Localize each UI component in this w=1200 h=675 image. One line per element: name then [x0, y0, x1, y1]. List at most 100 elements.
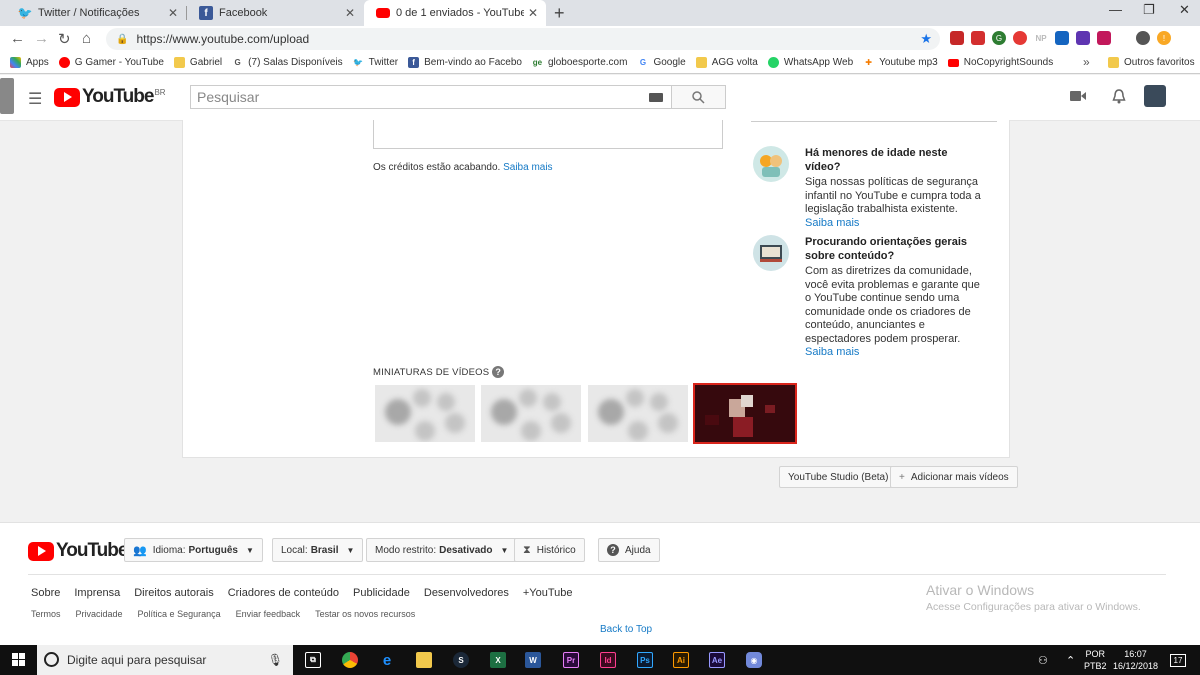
reload-icon[interactable]: ↻	[58, 30, 71, 48]
premiere-icon[interactable]: Pr	[563, 652, 579, 668]
youtube-logo[interactable]: YouTube BR	[54, 86, 166, 108]
system-clock[interactable]: 16:07 16/12/2018	[1113, 648, 1158, 672]
bookmark-item[interactable]: ge globoesporte.com	[531, 57, 627, 68]
location-picker[interactable]: Local: Brasil ▼	[272, 538, 364, 562]
footer-link-about[interactable]: Sobre	[31, 587, 60, 599]
footer-link-privacy[interactable]: Privacidade	[76, 609, 123, 619]
tag-icon[interactable]	[1097, 31, 1111, 45]
footer-link-creators[interactable]: Criadores de conteúdo	[228, 587, 339, 599]
bookmark-item[interactable]: WhatsApp Web	[767, 57, 853, 68]
footer-youtube-logo[interactable]: YouTube	[28, 540, 128, 562]
search-button[interactable]	[671, 85, 726, 109]
thumbnail-option[interactable]	[375, 385, 475, 442]
back-arrow-icon[interactable]: ←	[10, 30, 25, 47]
chevron-up-icon[interactable]: ⌃	[1066, 645, 1075, 675]
steam-icon[interactable]: S	[453, 652, 469, 668]
close-icon[interactable]: ✕	[345, 6, 355, 20]
footer-link-plus-youtube[interactable]: +YouTube	[523, 587, 573, 599]
address-bar[interactable]: 🔒 https://www.youtube.com/upload ★	[106, 28, 940, 50]
footer-link-developers[interactable]: Desenvolvedores	[424, 587, 509, 599]
bookmark-item[interactable]: Gabriel	[173, 57, 222, 68]
thumbnail-option[interactable]	[588, 385, 688, 442]
footer-link-copyright[interactable]: Direitos autorais	[134, 587, 213, 599]
extension-icon[interactable]	[1076, 31, 1090, 45]
star-icon[interactable]: ★	[920, 31, 932, 47]
minimize-button[interactable]: —	[1109, 2, 1122, 17]
add-more-videos-button[interactable]: + Adicionar mais vídeos	[890, 466, 1018, 488]
footer-link-advertise[interactable]: Publicidade	[353, 587, 410, 599]
microphone-icon[interactable]: 🎙	[268, 653, 283, 667]
tip-learn-more-link[interactable]: Saiba mais	[805, 217, 859, 229]
youtube-studio-button[interactable]: YouTube Studio (Beta)	[779, 466, 898, 488]
bookmark-item[interactable]: G Google	[637, 57, 686, 68]
np-icon[interactable]: NP	[1034, 31, 1048, 45]
thumbnail-option-selected[interactable]	[693, 383, 797, 444]
footer-link-press[interactable]: Imprensa	[74, 587, 120, 599]
photoshop-icon[interactable]: Ps	[637, 652, 653, 668]
bookmark-item[interactable]: AGG volta	[695, 57, 758, 68]
description-textarea[interactable]	[373, 120, 723, 149]
restricted-mode-picker[interactable]: Modo restrito: Desativado ▼	[366, 538, 518, 562]
tip-learn-more-link[interactable]: Saiba mais	[805, 346, 859, 358]
grammarly-icon[interactable]: G	[992, 31, 1006, 45]
close-window-button[interactable]: ✕	[1179, 2, 1190, 18]
input-language[interactable]: POR PTB2	[1084, 645, 1107, 675]
excel-icon[interactable]: X	[490, 652, 506, 668]
people-icon[interactable]: ⚇	[1038, 645, 1048, 675]
restore-button[interactable]: ❐	[1143, 2, 1155, 18]
keyboard-icon[interactable]	[649, 93, 663, 102]
new-tab-button[interactable]: +	[554, 3, 565, 24]
bookmark-item[interactable]: G Gamer - YouTube	[58, 57, 164, 68]
extension-icon[interactable]	[971, 31, 985, 45]
task-view-icon[interactable]: ⧉	[305, 652, 321, 668]
edge-icon[interactable]: e	[379, 652, 395, 669]
tab-twitter[interactable]: 🐦 Twitter / Notificações ✕	[6, 0, 186, 26]
home-icon[interactable]: ⌂	[82, 30, 91, 47]
bell-icon[interactable]	[1112, 89, 1126, 109]
footer-link-test-features[interactable]: Testar os novos recursos	[315, 609, 415, 619]
avatar[interactable]	[1144, 85, 1166, 107]
profile-avatar[interactable]	[1136, 31, 1150, 45]
indesign-icon[interactable]: Id	[600, 652, 616, 668]
taskbar-search-input[interactable]: Digite aqui para pesquisar 🎙	[37, 645, 293, 675]
windows-start-icon[interactable]	[12, 653, 25, 666]
back-to-top-link[interactable]: Back to Top	[600, 624, 652, 635]
illustrator-icon[interactable]: Ai	[673, 652, 689, 668]
update-alert-icon[interactable]: !	[1157, 31, 1171, 45]
footer-link-policy-safety[interactable]: Política e Segurança	[138, 609, 221, 619]
file-explorer-icon[interactable]	[416, 652, 432, 668]
bookmark-item[interactable]: 🐦 Twitter	[352, 57, 398, 68]
after-effects-icon[interactable]: Ae	[709, 652, 725, 668]
tab-facebook[interactable]: f Facebook ✕	[187, 0, 363, 26]
footer-link-feedback[interactable]: Enviar feedback	[236, 609, 301, 619]
chevron-double-right-icon[interactable]: »	[1083, 55, 1090, 69]
video-camera-icon[interactable]	[1070, 89, 1086, 107]
thumbnail-option[interactable]	[481, 385, 581, 442]
tab-youtube-upload[interactable]: 0 de 1 enviados - YouTube ✕	[364, 0, 546, 26]
scroll-handle[interactable]	[0, 78, 14, 114]
other-bookmarks[interactable]: Outros favoritos	[1108, 57, 1195, 68]
footer-link-terms[interactable]: Termos	[31, 609, 61, 619]
history-button[interactable]: ⧗ Histórico	[514, 538, 585, 562]
word-icon[interactable]: W	[525, 652, 541, 668]
help-button[interactable]: ? Ajuda	[598, 538, 660, 562]
extension-icon[interactable]	[1055, 31, 1069, 45]
bookmark-item[interactable]: ✚ Youtube mp3	[863, 57, 938, 68]
bookmark-item[interactable]: NoCopyrightSounds	[947, 57, 1053, 68]
close-icon[interactable]: ✕	[168, 6, 178, 20]
bookmark-item[interactable]: G (7) Salas Disponíveis	[232, 57, 343, 68]
notifications-button[interactable]: 17	[1170, 645, 1186, 675]
bookmark-item[interactable]: f Bem-vindo ao Facebo	[408, 57, 522, 68]
chrome-icon[interactable]	[342, 652, 358, 668]
language-picker[interactable]: 👥 Idioma: Português ▼	[124, 538, 263, 562]
help-icon[interactable]: ?	[492, 366, 505, 378]
discord-icon[interactable]: ◉	[746, 652, 762, 668]
credits-learn-more-link[interactable]: Saiba mais	[503, 162, 552, 173]
search-input[interactable]: Pesquisar	[190, 85, 672, 109]
bookmark-apps[interactable]: Apps	[10, 57, 49, 68]
close-icon[interactable]: ✕	[528, 6, 538, 20]
extension-icon[interactable]	[950, 31, 964, 45]
extension-icon[interactable]	[1013, 31, 1027, 45]
hamburger-menu-icon[interactable]: ☰	[28, 89, 42, 109]
forward-arrow-icon[interactable]: →	[34, 30, 49, 47]
